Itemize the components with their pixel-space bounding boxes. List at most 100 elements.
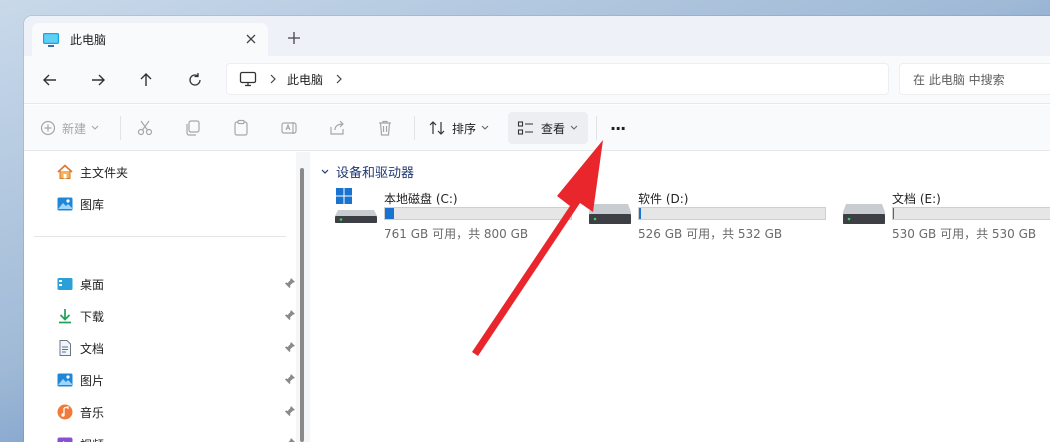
chevron-right-icon[interactable] bbox=[335, 74, 343, 84]
arrow-left-icon bbox=[43, 74, 56, 86]
trash-icon bbox=[379, 120, 391, 136]
drive-capacity: 761 GB 可用，共 800 GB bbox=[384, 227, 529, 241]
toolbar-divider bbox=[120, 116, 121, 140]
list-view-icon bbox=[517, 121, 533, 135]
view-label: 查看 bbox=[541, 121, 566, 136]
up-button[interactable] bbox=[134, 68, 158, 92]
pin-icon[interactable] bbox=[284, 405, 296, 417]
close-icon[interactable] bbox=[244, 32, 258, 46]
new-label: 新建 bbox=[62, 121, 87, 136]
chevron-right-icon[interactable] bbox=[269, 74, 277, 84]
video-icon bbox=[57, 437, 73, 442]
tab-this-pc[interactable]: 此电脑 bbox=[32, 23, 268, 56]
sidebar-item-documents[interactable]: 文档 bbox=[56, 336, 296, 360]
drive-name: 文档 (E:) bbox=[892, 192, 941, 206]
sidebar-item-label: 图库 bbox=[80, 197, 105, 212]
toolbar-divider bbox=[414, 116, 415, 140]
group-header-devices[interactable]: 设备和驱动器 bbox=[320, 162, 414, 181]
main-content: 设备和驱动器 本地磁盘 (C:) 761 GB 可用，共 800 GB 软件 (… bbox=[312, 152, 1050, 442]
clipboard-icon bbox=[234, 119, 248, 136]
navigation-bar: 此电脑 在 此电脑 中搜索 bbox=[24, 56, 1050, 104]
copy-button[interactable] bbox=[184, 112, 202, 144]
command-bar: 新建 排序 查看 ··· bbox=[24, 105, 1050, 151]
chevron-down-icon bbox=[321, 169, 329, 174]
sidebar-item-downloads[interactable]: 下载 bbox=[56, 304, 296, 328]
search-placeholder: 在 此电脑 中搜索 bbox=[913, 72, 1005, 87]
more-options-button[interactable]: ··· bbox=[610, 112, 626, 144]
sort-button[interactable]: 排序 bbox=[428, 112, 490, 144]
hard-drive-icon bbox=[589, 204, 631, 224]
refresh-button[interactable] bbox=[183, 68, 207, 92]
music-icon bbox=[57, 404, 73, 420]
arrow-up-icon bbox=[140, 73, 152, 86]
toolbar-divider bbox=[596, 116, 597, 140]
pin-icon[interactable] bbox=[284, 373, 296, 385]
navigation-pane: 主文件夹 图库 桌面 下载 文档 图片 音乐 bbox=[24, 152, 306, 442]
chevron-down-icon bbox=[570, 125, 578, 130]
sidebar-item-label: 图片 bbox=[80, 373, 105, 388]
download-icon bbox=[59, 309, 71, 324]
pin-icon[interactable] bbox=[284, 309, 296, 321]
search-input[interactable]: 在 此电脑 中搜索 bbox=[899, 63, 1050, 95]
new-button[interactable]: 新建 bbox=[40, 112, 100, 144]
pin-icon[interactable] bbox=[284, 437, 296, 442]
sidebar-item-pictures[interactable]: 图片 bbox=[56, 368, 296, 392]
sidebar-item-label: 下载 bbox=[80, 309, 105, 324]
drive-capacity: 526 GB 可用，共 532 GB bbox=[638, 227, 783, 241]
windows-logo-icon bbox=[335, 188, 377, 223]
title-bar: 此电脑 bbox=[24, 16, 1050, 56]
monitor-icon bbox=[43, 32, 59, 47]
drive-capacity: 530 GB 可用，共 530 GB bbox=[892, 227, 1037, 241]
sort-icon bbox=[429, 121, 445, 135]
address-bar[interactable]: 此电脑 bbox=[226, 63, 889, 95]
copy-icon bbox=[186, 120, 200, 136]
hard-drive-icon bbox=[843, 204, 885, 224]
drive-e[interactable]: 文档 (E:) 530 GB 可用，共 530 GB bbox=[842, 190, 1050, 241]
share-icon bbox=[330, 120, 344, 135]
sidebar-divider bbox=[34, 236, 286, 237]
sidebar-item-home[interactable]: 主文件夹 bbox=[56, 160, 296, 184]
chevron-down-icon bbox=[481, 125, 489, 130]
sidebar-item-music[interactable]: 音乐 bbox=[56, 400, 296, 424]
view-button[interactable]: 查看 bbox=[508, 112, 589, 144]
drive-usage-bar bbox=[638, 207, 826, 220]
desktop-icon bbox=[57, 278, 73, 290]
sidebar-item-videos[interactable]: 视频 bbox=[56, 432, 296, 442]
pin-icon[interactable] bbox=[284, 277, 296, 289]
sort-label: 排序 bbox=[452, 121, 477, 136]
sidebar-item-desktop[interactable]: 桌面 bbox=[56, 272, 296, 296]
new-tab-icon[interactable] bbox=[286, 30, 302, 46]
drive-usage-bar bbox=[384, 207, 572, 220]
share-button[interactable] bbox=[328, 112, 346, 144]
cut-button[interactable] bbox=[136, 112, 154, 144]
breadcrumb-this-pc[interactable]: 此电脑 bbox=[287, 71, 323, 88]
sidebar-item-label: 音乐 bbox=[80, 405, 105, 420]
sidebar-item-label: 主文件夹 bbox=[80, 165, 129, 180]
refresh-icon bbox=[189, 73, 201, 86]
sidebar-item-label: 桌面 bbox=[80, 277, 105, 292]
more-label: ··· bbox=[610, 118, 626, 138]
document-icon bbox=[59, 340, 71, 356]
file-explorer-window: 此电脑 此电脑 在 此电脑 中搜索 新建 排序 查看 ··· 主文件夹 图库 桌… bbox=[24, 16, 1050, 442]
rename-icon bbox=[281, 122, 297, 134]
sidebar-item-gallery[interactable]: 图库 bbox=[56, 192, 296, 216]
drive-usage-fill bbox=[639, 208, 641, 219]
rename-button[interactable] bbox=[280, 112, 298, 144]
delete-button[interactable] bbox=[376, 112, 394, 144]
group-title: 设备和驱动器 bbox=[336, 166, 415, 181]
drive-c[interactable]: 本地磁盘 (C:) 761 GB 可用，共 800 GB bbox=[334, 188, 584, 241]
forward-button[interactable] bbox=[86, 68, 110, 92]
back-button[interactable] bbox=[38, 68, 62, 92]
drive-d[interactable]: 软件 (D:) 526 GB 可用，共 532 GB bbox=[588, 190, 838, 241]
sidebar-scrollbar-thumb[interactable] bbox=[300, 168, 304, 442]
scissors-icon bbox=[137, 120, 153, 136]
sidebar-item-label: 视频 bbox=[80, 436, 104, 442]
pictures-icon bbox=[57, 373, 73, 387]
paste-button[interactable] bbox=[232, 112, 250, 144]
chevron-down-icon bbox=[91, 125, 99, 130]
drive-name: 本地磁盘 (C:) bbox=[384, 192, 458, 206]
drive-name: 软件 (D:) bbox=[638, 192, 689, 206]
arrow-right-icon bbox=[92, 74, 105, 86]
pin-icon[interactable] bbox=[284, 341, 296, 353]
drive-usage-bar bbox=[892, 207, 1050, 220]
